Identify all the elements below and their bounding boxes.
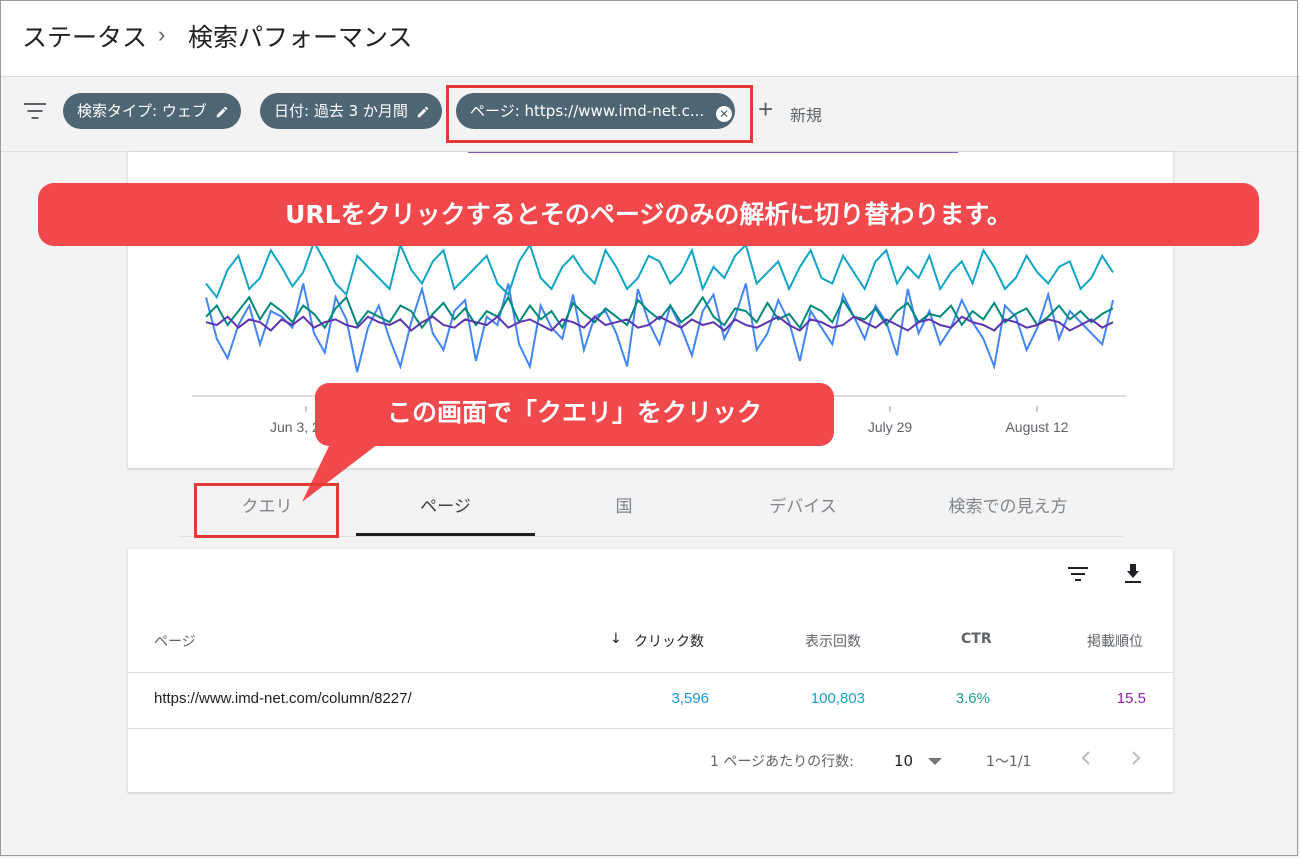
chip-search-type[interactable]: 検索タイプ: ウェブ [63, 93, 241, 129]
column-header-ctr[interactable]: CTR [961, 631, 992, 647]
highlight-box-page-chip [446, 85, 753, 143]
x-tick-label: August 12 [1005, 419, 1068, 435]
column-header-impressions[interactable]: 表示回数 [805, 631, 861, 651]
chevron-down-icon[interactable] [928, 758, 942, 766]
tab-country[interactable]: 国 [563, 478, 685, 536]
breadcrumb-status[interactable]: ステータス [22, 18, 147, 54]
chip-date[interactable]: 日付: 過去 3 か月間 [260, 93, 442, 129]
tab-device[interactable]: デバイス [738, 478, 868, 536]
chevron-right-icon[interactable] [1130, 750, 1142, 766]
chip-search-type-label: 検索タイプ: ウェブ [77, 102, 207, 120]
annotation-callout-url: URLをクリックするとそのページのみの解析に切り替わります。 [38, 183, 1259, 246]
table-divider [128, 672, 1173, 673]
annotation-callout-query-text: この画面で「クエリ」をクリック [386, 398, 762, 427]
cell-clicks: 3,596 [671, 690, 709, 707]
series-line-0 [205, 283, 1114, 373]
column-header-position[interactable]: 掲載順位 [1087, 631, 1143, 651]
chip-date-label: 日付: 過去 3 か月間 [274, 102, 408, 120]
breadcrumb-separator-icon: › [158, 22, 166, 47]
x-tick-label: July 29 [868, 419, 913, 435]
filter-icon[interactable] [24, 103, 46, 119]
add-filter-button[interactable]: 新規 [790, 102, 822, 126]
column-header-page: ページ [154, 634, 196, 650]
highlight-box-query-tab [194, 483, 339, 538]
x-tick-label: Jun 3, 2 [270, 419, 320, 435]
series-line-3 [205, 239, 1114, 300]
cell-position: 15.5 [1116, 690, 1146, 707]
tab-search-appearance[interactable]: 検索での見え方 [918, 478, 1098, 536]
table-divider [128, 728, 1173, 729]
download-icon[interactable] [1123, 563, 1143, 585]
cell-page-url[interactable]: https://www.imd-net.com/column/8227/ [154, 690, 412, 707]
column-header-clicks[interactable]: クリック数 [634, 631, 704, 651]
pagination-range: 1〜1/1 [986, 754, 1032, 770]
page-title: 検索パフォーマンス [188, 23, 413, 52]
tab-page[interactable]: ページ [356, 478, 535, 536]
cell-impressions: 100,803 [810, 690, 865, 707]
table-filter-icon[interactable] [1067, 565, 1089, 583]
rows-per-page-select[interactable]: 10 [894, 752, 913, 770]
rows-per-page-label: 1 ページあたりの行数: [710, 754, 854, 770]
page-header: ステータス › 検索パフォーマンス [0, 0, 1300, 77]
chevron-left-icon[interactable] [1080, 750, 1092, 766]
chart-series-layer [205, 239, 1114, 373]
cell-ctr: 3.6% [955, 690, 990, 707]
plus-icon[interactable]: + [758, 96, 773, 122]
pencil-icon [417, 106, 429, 118]
sort-arrow-icon[interactable]: ↓ [610, 631, 622, 647]
pencil-icon [216, 106, 228, 118]
annotation-callout-query: この画面で「クエリ」をクリック [315, 383, 834, 446]
